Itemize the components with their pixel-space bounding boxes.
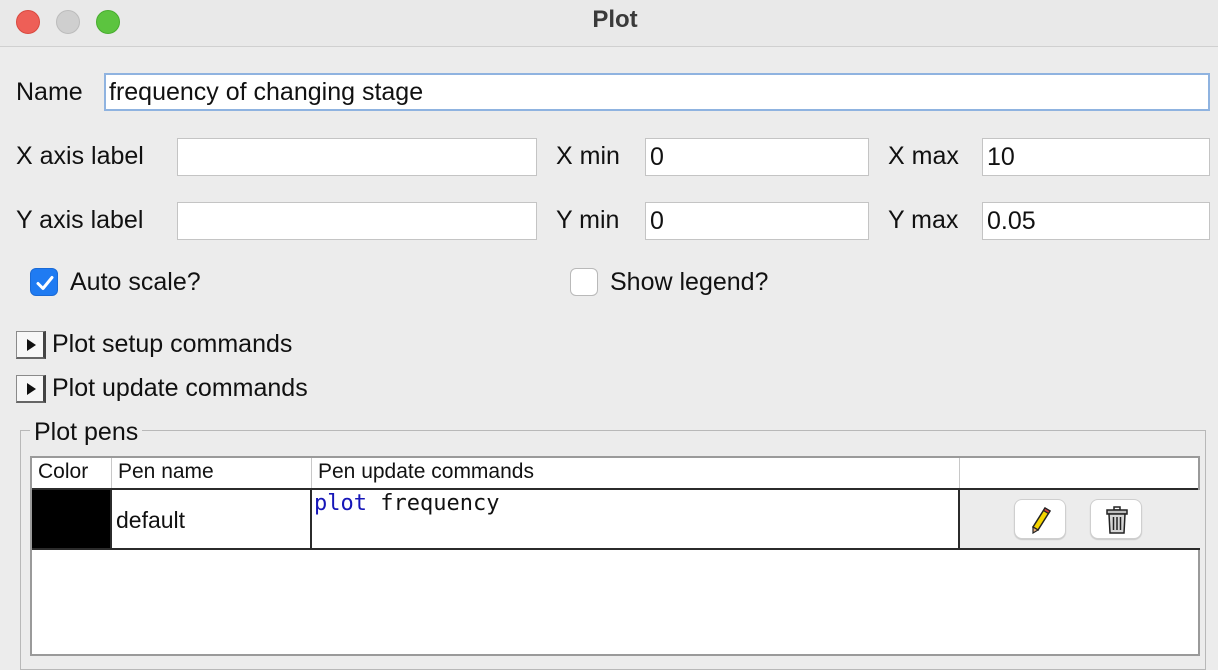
pencil-icon <box>1031 506 1052 534</box>
auto-scale-label: Auto scale? <box>70 268 201 296</box>
plot-pens-title: Plot pens <box>30 418 143 447</box>
y-max-field[interactable]: 0.05 <box>982 202 1210 240</box>
x-axis-label-label: X axis label <box>16 142 144 170</box>
pen-actions-cell <box>960 490 1200 548</box>
pens-table: Color Pen name Pen update commands defau… <box>30 456 1200 656</box>
x-max-label: X max <box>888 142 959 170</box>
plot-update-commands-toggle[interactable] <box>16 375 46 403</box>
x-min-field[interactable]: 0 <box>645 138 869 176</box>
show-legend-checkbox[interactable] <box>570 268 598 296</box>
command-argument: frequency <box>366 491 500 516</box>
plot-setup-commands-label[interactable]: Plot setup commands <box>52 330 292 359</box>
auto-scale-checkbox[interactable] <box>30 268 58 296</box>
triangle-right-icon <box>27 339 36 351</box>
pen-name-cell[interactable]: default <box>112 490 312 548</box>
name-label: Name <box>16 78 83 106</box>
trash-icon <box>1106 506 1128 534</box>
y-min-label: Y min <box>556 206 620 234</box>
x-max-field[interactable]: 10 <box>982 138 1210 176</box>
column-header-actions <box>960 458 1198 488</box>
column-header-pen-update-commands[interactable]: Pen update commands <box>312 458 960 488</box>
command-keyword: plot <box>314 491 367 516</box>
x-axis-label-field[interactable] <box>177 138 537 176</box>
x-min-label: X min <box>556 142 620 170</box>
column-header-color[interactable]: Color <box>32 458 112 488</box>
edit-pen-button[interactable] <box>1014 499 1066 539</box>
column-header-pen-name[interactable]: Pen name <box>112 458 312 488</box>
y-axis-label-label: Y axis label <box>16 206 144 234</box>
window-title: Plot <box>592 6 638 33</box>
y-max-label: Y max <box>888 206 959 234</box>
table-row[interactable]: default plot frequency <box>32 490 1200 550</box>
plot-update-commands-label[interactable]: Plot update commands <box>52 374 308 403</box>
checkmark-icon <box>36 276 54 290</box>
delete-pen-button[interactable] <box>1090 499 1142 539</box>
pen-command-cell[interactable]: plot frequency <box>312 490 960 548</box>
y-axis-label-field[interactable] <box>177 202 537 240</box>
name-field[interactable]: frequency of changing stage <box>104 73 1210 111</box>
title-bar: Plot <box>0 0 1218 47</box>
plot-setup-commands-toggle[interactable] <box>16 331 46 359</box>
pen-color-swatch[interactable] <box>32 490 112 548</box>
triangle-right-icon <box>27 383 36 395</box>
show-legend-label: Show legend? <box>610 268 769 296</box>
y-min-field[interactable]: 0 <box>645 202 869 240</box>
